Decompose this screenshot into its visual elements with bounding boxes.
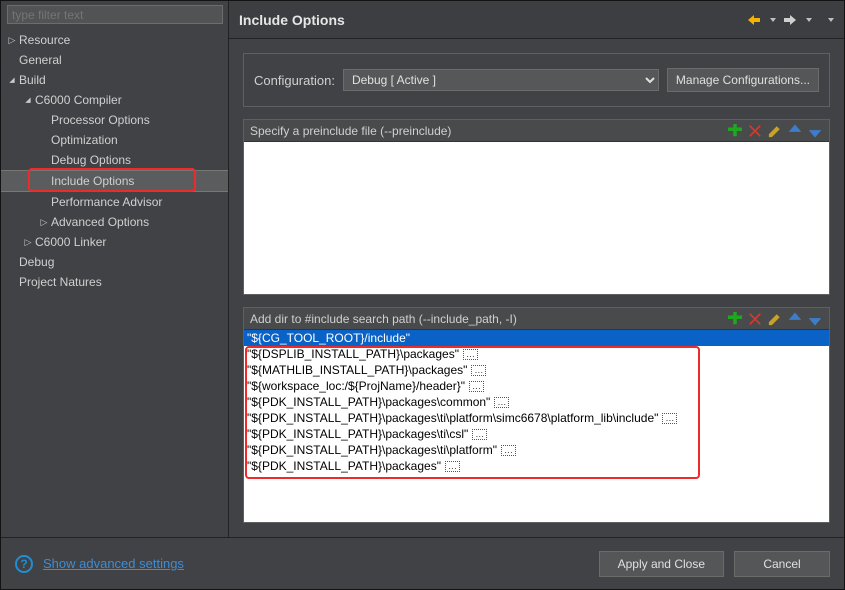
tree-item-processor-options[interactable]: Processor Options <box>1 110 228 130</box>
settings-tree-sidebar: ▷ResourceGeneral◢Build◢C6000 CompilerPro… <box>1 1 229 537</box>
tree-item-label: Optimization <box>51 133 118 147</box>
include-path-delete-button[interactable] <box>747 311 763 327</box>
tree-item-resource[interactable]: ▷Resource <box>1 30 228 50</box>
tree-item-label: Build <box>19 73 46 87</box>
back-button[interactable] <box>746 14 762 26</box>
preinclude-add-button[interactable] <box>727 123 743 139</box>
tree-item-advanced-options[interactable]: ▷Advanced Options <box>1 212 228 232</box>
tree-item-debug[interactable]: Debug <box>1 252 228 272</box>
tree-item-label: Advanced Options <box>51 215 149 229</box>
page-title: Include Options <box>239 12 746 28</box>
include-path-row-text: "${PDK_INSTALL_PATH}\packages\ti\platfor… <box>247 443 497 457</box>
browse-button[interactable]: … <box>445 461 460 472</box>
include-path-move-down-button[interactable] <box>807 311 823 327</box>
preinclude-list[interactable] <box>244 142 829 294</box>
tree-item-label: Debug <box>19 255 54 269</box>
include-path-row-text: "${MATHLIB_INSTALL_PATH}\packages" <box>247 363 467 377</box>
browse-button[interactable]: … <box>463 349 478 360</box>
help-icon[interactable]: ? <box>15 555 33 573</box>
chevron-right-icon: ▷ <box>21 235 35 249</box>
show-advanced-settings-link[interactable]: Show advanced settings <box>43 556 184 571</box>
chevron-right-icon: ▷ <box>37 215 51 229</box>
include-path-list[interactable]: "${CG_TOOL_ROOT}/include""${DSPLIB_INSTA… <box>244 330 829 522</box>
tree-item-project-natures[interactable]: Project Natures <box>1 272 228 292</box>
include-path-row[interactable]: "${PDK_INSTALL_PATH}\packages\ti\platfor… <box>244 442 829 458</box>
tree-filter-input[interactable] <box>7 5 223 24</box>
manage-configurations-button[interactable]: Manage Configurations... <box>667 68 819 92</box>
tree-item-label: C6000 Compiler <box>35 93 122 107</box>
include-path-row[interactable]: "${PDK_INSTALL_PATH}\packages\common" … <box>244 394 829 410</box>
chevron-right-icon: ▷ <box>5 33 19 47</box>
include-path-group: Add dir to #include search path (--inclu… <box>243 307 830 523</box>
forward-button[interactable] <box>782 14 798 26</box>
include-path-row-text: "${PDK_INSTALL_PATH}\packages\ti\platfor… <box>247 411 658 425</box>
tree-item-label: Performance Advisor <box>51 195 162 209</box>
chevron-down-icon: ◢ <box>21 93 35 107</box>
configuration-label: Configuration: <box>254 73 335 88</box>
tree-item-performance-advisor[interactable]: Performance Advisor <box>1 192 228 212</box>
include-path-move-up-button[interactable] <box>787 311 803 327</box>
tree-item-label: Debug Options <box>51 153 131 167</box>
chevron-down-icon: ◢ <box>5 73 19 87</box>
browse-button[interactable]: … <box>494 397 509 408</box>
include-path-row-text: "${PDK_INSTALL_PATH}\packages" <box>247 459 441 473</box>
back-history-dropdown[interactable] <box>770 18 776 22</box>
include-path-row-text: "${workspace_loc:/${ProjName}/header}" <box>247 379 465 393</box>
configuration-select[interactable]: Debug [ Active ] <box>343 69 659 91</box>
include-path-row-text: "${PDK_INSTALL_PATH}\packages\common" <box>247 395 490 409</box>
tree-item-label: Include Options <box>51 174 134 188</box>
tree-item-build[interactable]: ◢Build <box>1 70 228 90</box>
tree-item-general[interactable]: General <box>1 50 228 70</box>
include-path-add-button[interactable] <box>727 311 743 327</box>
preinclude-label: Specify a preinclude file (--preinclude) <box>250 124 727 138</box>
include-path-row[interactable]: "${workspace_loc:/${ProjName}/header}" … <box>244 378 829 394</box>
include-path-row[interactable]: "${DSPLIB_INSTALL_PATH}\packages" … <box>244 346 829 362</box>
settings-detail-panel: Include Options Configuration: Debug [ A… <box>229 1 844 537</box>
browse-button[interactable]: … <box>472 429 487 440</box>
browse-button[interactable]: … <box>471 365 486 376</box>
browse-button[interactable]: … <box>469 381 484 392</box>
include-path-row-text: "${PDK_INSTALL_PATH}\packages\ti\csl" <box>247 427 468 441</box>
include-path-label: Add dir to #include search path (--inclu… <box>250 312 727 326</box>
detail-header: Include Options <box>229 1 844 39</box>
include-path-row[interactable]: "${PDK_INSTALL_PATH}\packages\ti\csl" … <box>244 426 829 442</box>
include-path-row[interactable]: "${PDK_INSTALL_PATH}\packages" … <box>244 458 829 474</box>
forward-history-dropdown[interactable] <box>806 18 812 22</box>
view-menu-dropdown[interactable] <box>828 18 834 22</box>
include-path-row[interactable]: "${PDK_INSTALL_PATH}\packages\ti\platfor… <box>244 410 829 426</box>
tree-item-c6000-compiler[interactable]: ◢C6000 Compiler <box>1 90 228 110</box>
tree-item-label: Resource <box>19 33 70 47</box>
tree-item-debug-options[interactable]: Debug Options <box>1 150 228 170</box>
preinclude-edit-button[interactable] <box>767 123 783 139</box>
browse-button[interactable]: … <box>501 445 516 456</box>
include-path-row[interactable]: "${CG_TOOL_ROOT}/include" <box>244 330 829 346</box>
tree-item-label: Project Natures <box>19 275 102 289</box>
tree-item-label: Processor Options <box>51 113 150 127</box>
include-path-row-text: "${DSPLIB_INSTALL_PATH}\packages" <box>247 347 459 361</box>
tree-item-include-options[interactable]: Include Options <box>1 170 228 192</box>
include-path-edit-button[interactable] <box>767 311 783 327</box>
apply-and-close-button[interactable]: Apply and Close <box>599 551 724 577</box>
browse-button[interactable]: … <box>662 413 677 424</box>
include-path-row-text: "${CG_TOOL_ROOT}/include" <box>247 331 410 345</box>
include-path-row[interactable]: "${MATHLIB_INSTALL_PATH}\packages" … <box>244 362 829 378</box>
preinclude-move-down-button[interactable] <box>807 123 823 139</box>
preinclude-delete-button[interactable] <box>747 123 763 139</box>
preinclude-group: Specify a preinclude file (--preinclude) <box>243 119 830 295</box>
tree-item-label: C6000 Linker <box>35 235 106 249</box>
configuration-group: Configuration: Debug [ Active ] Manage C… <box>243 53 830 107</box>
tree-item-label: General <box>19 53 62 67</box>
cancel-button[interactable]: Cancel <box>734 551 830 577</box>
dialog-footer: ? Show advanced settings Apply and Close… <box>1 537 844 589</box>
settings-tree[interactable]: ▷ResourceGeneral◢Build◢C6000 CompilerPro… <box>1 28 228 537</box>
tree-item-c6000-linker[interactable]: ▷C6000 Linker <box>1 232 228 252</box>
preinclude-move-up-button[interactable] <box>787 123 803 139</box>
tree-item-optimization[interactable]: Optimization <box>1 130 228 150</box>
